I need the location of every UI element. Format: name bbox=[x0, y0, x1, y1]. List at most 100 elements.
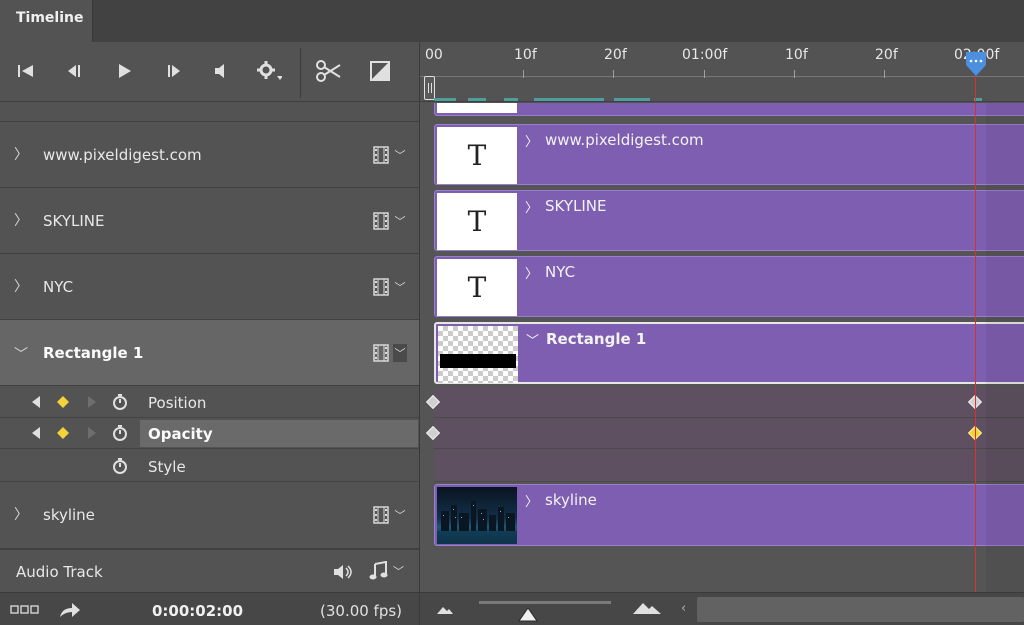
previous-keyframe-icon[interactable] bbox=[30, 395, 42, 409]
layer-row-www-pixeldigest[interactable]: 〉 www.pixeldigest.com ﹀ bbox=[0, 122, 419, 188]
transition-button[interactable] bbox=[366, 56, 394, 86]
text-layer-icon: T bbox=[467, 271, 487, 304]
layer-name: skyline bbox=[43, 506, 95, 524]
chevron-down-icon[interactable]: ﹀ bbox=[393, 146, 407, 164]
keyframe-track-opacity[interactable] bbox=[425, 418, 1024, 449]
keyframe-diamond[interactable] bbox=[425, 425, 441, 441]
stopwatch-icon[interactable] bbox=[111, 457, 129, 475]
playhead-line bbox=[975, 103, 976, 592]
keyframe-diamond[interactable] bbox=[425, 394, 441, 410]
stopwatch-icon[interactable] bbox=[111, 393, 129, 411]
tab-timeline[interactable]: Timeline bbox=[0, 0, 93, 42]
add-keyframe-icon[interactable] bbox=[56, 395, 70, 409]
add-keyframe-icon[interactable] bbox=[56, 426, 70, 440]
film-strip-icon[interactable] bbox=[372, 212, 390, 230]
collapse-chevron-icon[interactable]: ﹀ bbox=[526, 330, 539, 349]
horizontal-scrollbar[interactable] bbox=[697, 597, 1024, 622]
split-at-playhead-button[interactable] bbox=[315, 56, 343, 86]
next-frame-icon bbox=[168, 65, 180, 77]
audio-track-row[interactable]: Audio Track ﹀ bbox=[0, 549, 419, 592]
property-row-style[interactable]: Style bbox=[0, 449, 419, 482]
clip-nyc[interactable]: T 〉 NYC bbox=[434, 256, 1024, 317]
frame-animation-icon[interactable] bbox=[10, 605, 40, 615]
expand-chevron-icon[interactable]: 〉 bbox=[14, 504, 28, 524]
chevron-down-icon[interactable]: ﹀ bbox=[393, 506, 407, 524]
expand-chevron-icon[interactable]: 〉 bbox=[525, 197, 538, 216]
zoom-slider-track[interactable] bbox=[479, 601, 611, 604]
film-strip-icon[interactable] bbox=[372, 146, 390, 164]
ruler-label: 00 bbox=[425, 47, 443, 63]
music-note-icon[interactable] bbox=[368, 561, 388, 581]
film-strip-icon[interactable] bbox=[372, 278, 390, 296]
scroll-left-arrow-icon[interactable]: ‹ bbox=[681, 601, 686, 616]
layer-row-nyc[interactable]: 〉 NYC ﹀ bbox=[0, 254, 419, 320]
chevron-down-icon[interactable]: ﹀ bbox=[393, 344, 407, 362]
clip-skyline-text[interactable]: T 〉 SKYLINE bbox=[434, 190, 1024, 251]
previous-frame-icon bbox=[68, 65, 80, 77]
settings-button[interactable] bbox=[255, 56, 283, 86]
clip-label: SKYLINE bbox=[545, 197, 607, 215]
go-to-first-frame-icon bbox=[18, 65, 33, 77]
next-frame-button[interactable] bbox=[160, 56, 188, 86]
chevron-down-icon[interactable]: ﹀ bbox=[393, 212, 407, 230]
clip-partial[interactable] bbox=[434, 103, 1024, 116]
expand-chevron-icon[interactable]: 〉 bbox=[525, 131, 538, 150]
expand-chevron-icon[interactable]: 〉 bbox=[525, 491, 538, 510]
keyframe-track-style[interactable] bbox=[434, 449, 1024, 482]
clip-www-pixeldigest[interactable]: T 〉 www.pixeldigest.com bbox=[434, 124, 1024, 185]
clip-rectangle-1[interactable]: ﹀ Rectangle 1 bbox=[434, 322, 1024, 384]
stopwatch-icon[interactable] bbox=[111, 424, 129, 442]
city-skyline-image bbox=[437, 501, 517, 544]
next-keyframe-icon[interactable] bbox=[86, 426, 98, 440]
image-layer-thumbnail bbox=[437, 487, 517, 544]
out-of-range-shade bbox=[986, 103, 1024, 592]
go-to-first-frame-button[interactable] bbox=[12, 56, 40, 86]
chevron-down-icon[interactable]: ﹀ bbox=[393, 278, 407, 296]
ruler-tick bbox=[523, 70, 524, 78]
work-area-bar[interactable] bbox=[434, 98, 982, 101]
speaker-volume-icon[interactable] bbox=[333, 563, 355, 581]
play-button[interactable] bbox=[110, 56, 138, 86]
playhead-handle[interactable] bbox=[965, 51, 987, 77]
keyframe-track-position[interactable] bbox=[425, 387, 1024, 418]
layer-row-skyline-image[interactable]: 〉 skyline ﹀ bbox=[0, 482, 419, 549]
clip-label: skyline bbox=[545, 491, 597, 509]
property-row-opacity[interactable]: Opacity bbox=[0, 418, 419, 449]
clip-skyline-image[interactable]: 〉 skyline bbox=[434, 484, 1024, 546]
text-layer-icon: T bbox=[467, 205, 487, 238]
film-strip-icon[interactable] bbox=[372, 506, 390, 524]
mute-audio-button[interactable] bbox=[206, 56, 234, 86]
expand-chevron-icon[interactable]: 〉 bbox=[14, 276, 28, 296]
expand-chevron-icon[interactable]: 〉 bbox=[14, 144, 28, 164]
collapse-chevron-icon[interactable]: ﹀ bbox=[14, 344, 28, 364]
ruler-tick bbox=[884, 70, 885, 78]
zoom-in-mountain-icon[interactable] bbox=[632, 600, 662, 616]
film-strip-icon[interactable] bbox=[372, 344, 390, 362]
layer-row-skyline-text[interactable]: 〉 SKYLINE ﹀ bbox=[0, 188, 419, 254]
zoom-out-mountain-icon[interactable] bbox=[436, 605, 454, 615]
bottom-bar: 0:00:02:00 (30.00 fps) ‹ bbox=[0, 592, 1024, 625]
rectangle-shape-preview bbox=[440, 354, 516, 368]
property-row-position[interactable]: Position bbox=[0, 387, 419, 418]
previous-frame-button[interactable] bbox=[60, 56, 88, 86]
text-layer-thumbnail: T bbox=[437, 193, 517, 250]
ruler-tick bbox=[704, 70, 705, 78]
current-timecode[interactable]: 0:00:02:00 bbox=[152, 602, 243, 620]
expand-chevron-icon[interactable]: 〉 bbox=[14, 210, 28, 230]
layer-name: SKYLINE bbox=[43, 212, 105, 230]
render-video-icon[interactable] bbox=[58, 600, 82, 620]
layer-row-rectangle-1[interactable]: ﹀ Rectangle 1 ﹀ bbox=[0, 320, 419, 386]
time-ruler[interactable]: 00 10f 20f 01:00f 10f 20f 02:00f bbox=[420, 42, 1024, 102]
previous-keyframe-icon[interactable] bbox=[30, 426, 42, 440]
layer-name: NYC bbox=[43, 278, 74, 296]
chevron-down-icon[interactable]: ﹀ bbox=[393, 563, 404, 579]
timeline-tracks: T 〉 www.pixeldigest.com T 〉 SKYLINE T 〉 … bbox=[420, 103, 1024, 592]
zoom-slider-thumb[interactable] bbox=[518, 607, 538, 623]
clip-label: Rectangle 1 bbox=[546, 330, 647, 348]
expand-chevron-icon[interactable]: 〉 bbox=[525, 263, 538, 282]
text-layer-icon: T bbox=[467, 139, 487, 172]
next-keyframe-icon[interactable] bbox=[86, 395, 98, 409]
frame-rate: (30.00 fps) bbox=[320, 602, 403, 620]
work-area-start-handle[interactable] bbox=[424, 76, 435, 100]
transition-icon bbox=[370, 61, 390, 81]
